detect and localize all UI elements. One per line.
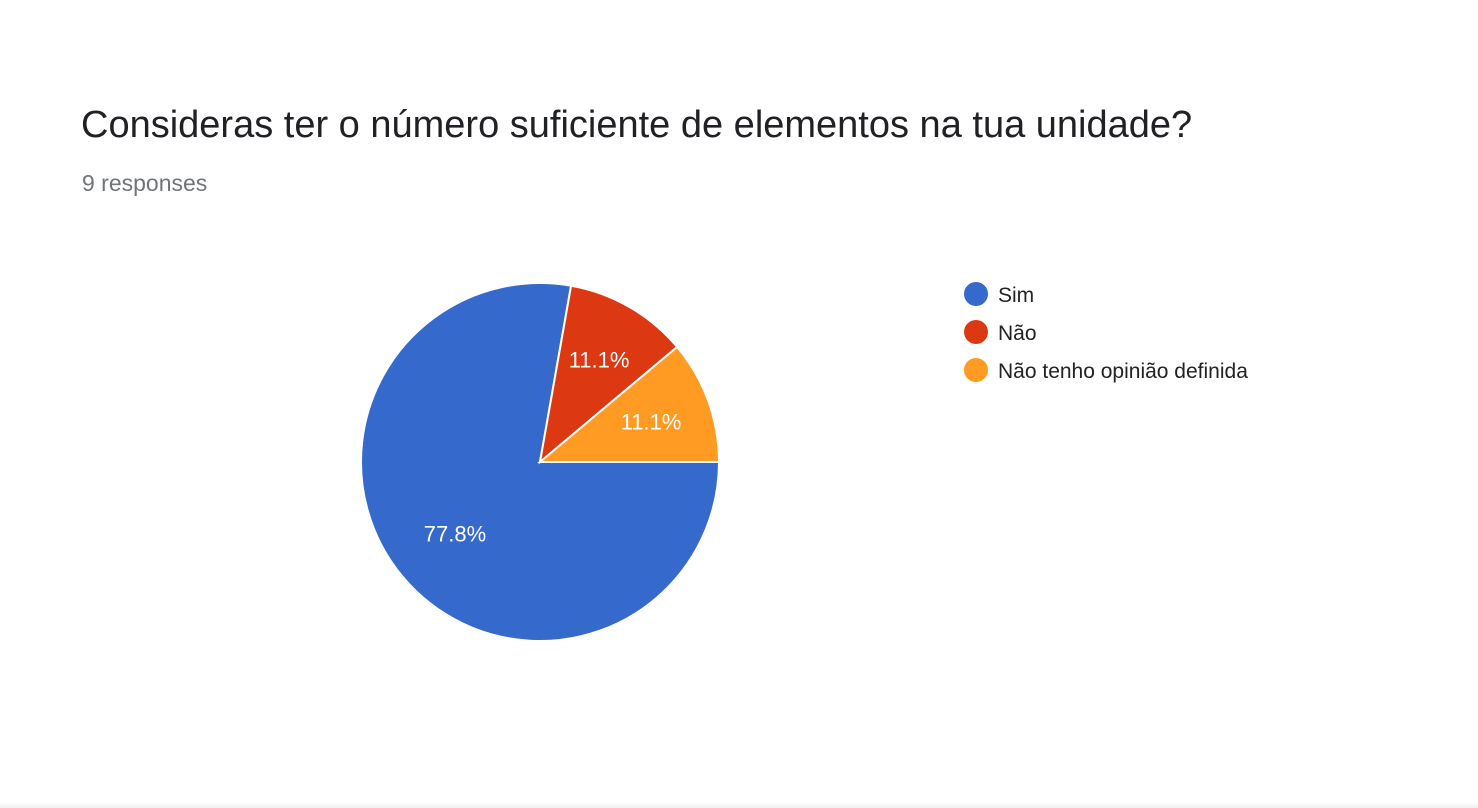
legend-label: Não tenho opinião definida — [998, 360, 1248, 383]
pie-slice-label: 11.1% — [621, 410, 682, 435]
pie-slice-label: 11.1% — [569, 348, 630, 373]
legend-item[interactable]: Sim — [964, 282, 1034, 307]
legend-label: Sim — [998, 284, 1034, 307]
pie-chart: 77.8% 11.1% 11.1% Sim Não Não tenho opinião … — [360, 282, 1248, 642]
pie-slice-label: 77.8% — [424, 521, 486, 546]
legend-label: Não — [998, 322, 1037, 345]
chart-legend[interactable]: Sim Não Não tenho opinião definida — [964, 282, 1248, 383]
legend-swatch — [964, 358, 988, 382]
response-summary-card: Consideras ter o número suficiente de el… — [0, 0, 1478, 808]
pie-slices — [360, 282, 721, 642]
legend-swatch — [964, 282, 988, 306]
legend-item[interactable]: Não tenho opinião definida — [964, 358, 1248, 383]
legend-item[interactable]: Não — [964, 320, 1037, 345]
legend-swatch — [964, 320, 988, 344]
